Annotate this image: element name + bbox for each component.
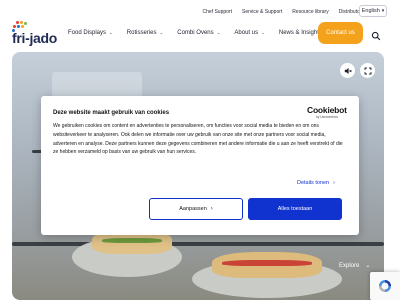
nav-item-label: Food Displays xyxy=(68,30,107,36)
contact-us-button[interactable]: Contact us xyxy=(318,22,363,44)
search-button[interactable] xyxy=(371,28,381,41)
nav-item-label: Combi Ovens xyxy=(177,30,214,36)
chevron-down-icon: ⌄ xyxy=(216,30,221,35)
details-label: Details tonen xyxy=(297,180,330,186)
chevron-right-icon: › xyxy=(210,206,213,212)
nav-item-label: Rotisseries xyxy=(126,30,157,36)
lettuce-filling xyxy=(102,238,162,243)
logo-text: fri-jado xyxy=(12,30,58,46)
cookie-title: Deze website maakt gebruik van cookies xyxy=(53,110,170,116)
customize-label: Aanpassen xyxy=(179,206,207,212)
cookie-body-text: We gebruiken cookies om content en adver… xyxy=(53,123,343,156)
chevron-right-icon: › xyxy=(333,180,335,186)
customize-button[interactable]: Aanpassen › xyxy=(149,198,243,220)
cookiebot-brand-sub: by Usercentrics xyxy=(316,115,338,119)
chevron-down-icon: ⌄ xyxy=(109,30,113,35)
main-nav: Food Displays ⌄ Rotisseries ⌄ Combi Oven… xyxy=(68,30,336,36)
nav-item-rotisseries[interactable]: Rotisseries ⌄ xyxy=(127,30,163,36)
top-link-chef-support[interactable]: Chef Support xyxy=(203,9,232,15)
chevron-down-icon: ⌄ xyxy=(365,263,371,269)
language-select[interactable]: English ▾ xyxy=(359,5,387,17)
top-links: Chef Support Service & Support Resource … xyxy=(203,9,364,15)
tomato-filling xyxy=(222,260,312,266)
recaptcha-icon xyxy=(379,280,391,292)
cookiebot-brand: Cookiebot xyxy=(307,105,347,115)
search-icon xyxy=(371,31,381,41)
chevron-down-icon: ▾ xyxy=(381,8,385,14)
accept-all-button[interactable]: Alles toestaan xyxy=(248,198,342,220)
nav-item-label: About us xyxy=(234,30,259,36)
show-details-link[interactable]: Details tonen › xyxy=(297,180,335,186)
top-link-service-support[interactable]: Service & Support xyxy=(242,9,282,15)
explore-label: Explore xyxy=(339,262,360,269)
top-link-resource-library[interactable]: Resource library xyxy=(292,9,328,15)
nav-item-combi-ovens[interactable]: Combi Ovens ⌄ xyxy=(177,30,220,36)
cookie-consent-dialog: Deze website maakt gebruik van cookies C… xyxy=(41,96,359,235)
mute-button[interactable] xyxy=(340,63,355,78)
display-shelf xyxy=(12,242,384,246)
chevron-down-icon: ⌄ xyxy=(261,30,265,35)
top-bar: Chef Support Service & Support Resource … xyxy=(0,0,400,22)
nav-item-label: News & Insights xyxy=(278,30,322,36)
mute-icon xyxy=(344,67,352,74)
chevron-down-icon: ⌄ xyxy=(159,30,164,35)
language-label: English xyxy=(361,8,380,14)
nav-item-food-displays[interactable]: Food Displays ⌄ xyxy=(68,30,113,36)
nav-item-about-us[interactable]: About us ⌄ xyxy=(234,30,264,36)
cookiebot-logo: Cookiebot by Usercentrics xyxy=(307,105,349,121)
logo[interactable]: fri-jado xyxy=(12,21,64,47)
fullscreen-button[interactable] xyxy=(360,63,375,78)
nav-item-news-insights[interactable]: News & Insights xyxy=(279,30,322,36)
fullscreen-icon xyxy=(364,67,371,74)
explore-link[interactable]: Explore ⌄ xyxy=(339,262,371,270)
recaptcha-badge[interactable] xyxy=(370,272,400,300)
